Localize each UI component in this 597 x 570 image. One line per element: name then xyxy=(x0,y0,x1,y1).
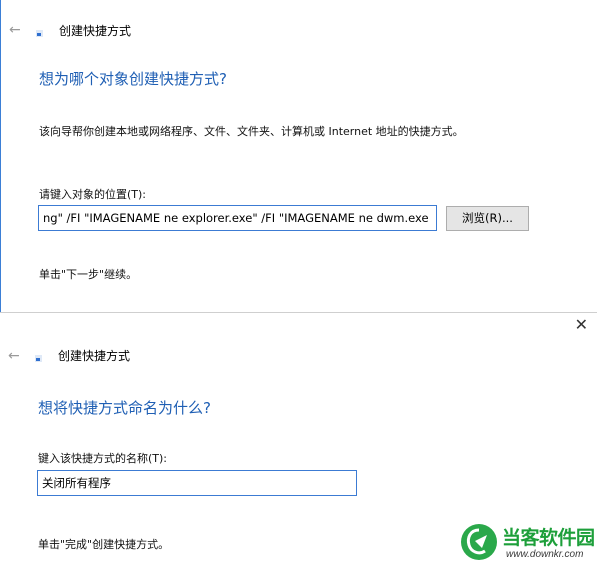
location-input[interactable]: ng" /FI "IMAGENAME ne explorer.exe" /FI … xyxy=(38,205,437,231)
shortcut-name-value: 关闭所有程序 xyxy=(42,476,111,490)
wizard-description: 该向导帮你创建本地或网络程序、文件、文件夹、计算机或 Internet 地址的快… xyxy=(39,125,464,138)
name-label: 键入该快捷方式的名称(T): xyxy=(38,452,168,465)
finish-hint: 单击"完成"创建快捷方式。 xyxy=(38,538,170,551)
window-title: 创建快捷方式 xyxy=(59,24,132,38)
location-input-value: ng" /FI "IMAGENAME ne explorer.exe" /FI … xyxy=(43,211,429,225)
location-label: 请键入对象的位置(T): xyxy=(39,188,147,201)
wizard-page-location: ← 创建快捷方式 想为哪个对象创建快捷方式? 该向导帮你创建本地或网络程序、文件… xyxy=(0,0,597,312)
browse-button[interactable]: 浏览(R)... xyxy=(446,206,529,231)
next-hint: 单击"下一步"继续。 xyxy=(39,268,138,281)
watermark: 当客软件园 www.downkr.com xyxy=(460,521,597,569)
page-heading: 想为哪个对象创建快捷方式? xyxy=(39,70,227,88)
shortcut-wizard-icon xyxy=(35,355,42,362)
watermark-url: www.downkr.com xyxy=(506,549,584,560)
shortcut-wizard-icon xyxy=(36,30,43,37)
shortcut-name-input[interactable]: 关闭所有程序 xyxy=(37,470,357,496)
back-arrow-icon[interactable]: ← xyxy=(8,349,20,363)
window-title: 创建快捷方式 xyxy=(58,349,131,363)
close-icon[interactable]: ✕ xyxy=(575,317,588,333)
watermark-name: 当客软件园 xyxy=(502,527,595,549)
downkr-logo-icon xyxy=(460,523,498,561)
page-heading: 想将快捷方式命名为什么? xyxy=(38,399,211,417)
back-arrow-icon[interactable]: ← xyxy=(9,23,21,37)
